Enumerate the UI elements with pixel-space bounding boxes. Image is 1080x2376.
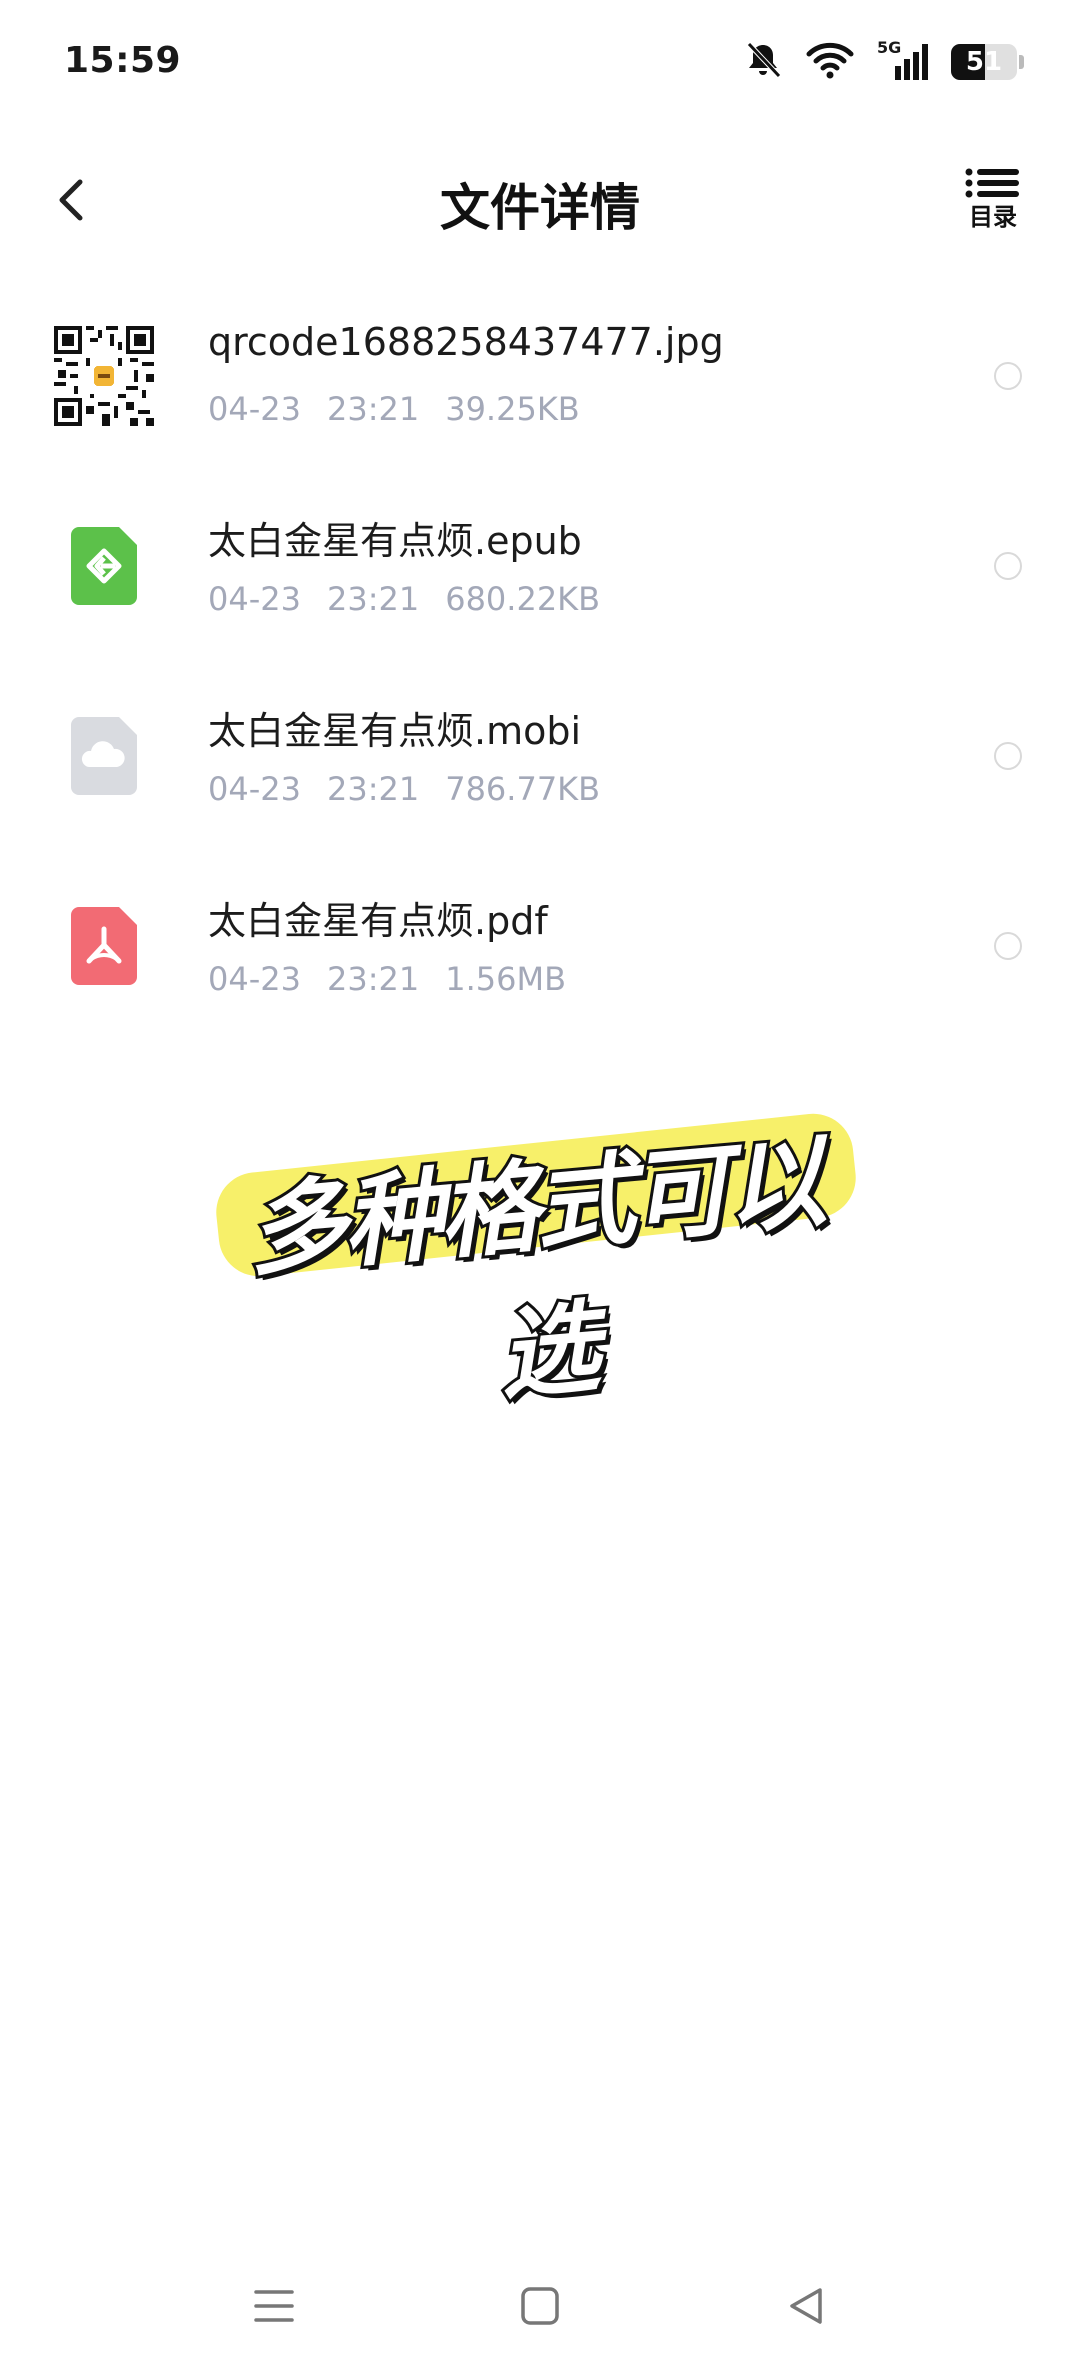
screen: 15:59 5G 51 文件详情 目录 qrcode1688258437477.… — [0, 0, 1080, 2376]
battery-level-text: 51 — [965, 47, 1003, 77]
cloud-file-icon — [52, 704, 156, 808]
status-bar: 15:59 5G 51 — [0, 0, 1080, 120]
file-row[interactable]: qrcode1688258437477.jpg 04-23 23:21 39.25K… — [0, 300, 1080, 490]
file-time: 23:21 — [326, 770, 420, 808]
status-icons: 5G 51 — [721, 38, 1024, 86]
file-date: 04-23 — [208, 580, 301, 618]
header: 文件详情 目录 — [0, 150, 1080, 250]
status-time: 15:59 — [64, 40, 182, 81]
nav-bar — [0, 2240, 1080, 2376]
file-name: 太白金星有点烦.epub — [208, 519, 582, 563]
file-row[interactable]: 太白金星有点烦.mobi 04-23 23:21 786.77KB — [0, 680, 1080, 870]
file-row[interactable]: 太白金星有点烦.pdf 04-23 23:21 1.56MB — [0, 870, 1080, 1060]
file-size: 786.77KB — [445, 770, 601, 808]
toc-label: 目录 — [969, 203, 1017, 231]
file-name: qrcode1688258437477.jpg — [208, 320, 724, 364]
file-meta: 04-23 23:21 1.56MB — [208, 960, 592, 998]
pdf-file-icon — [52, 894, 156, 998]
bell-muted-icon — [743, 40, 783, 84]
menu-nav-icon — [254, 2290, 294, 2322]
select-radio[interactable] — [994, 362, 1022, 390]
qr-code-icon — [52, 324, 156, 428]
caption-text: 多种格式可以选 — [239, 1120, 829, 1416]
back-nav-button[interactable] — [776, 2276, 836, 2336]
file-time: 23:21 — [326, 580, 420, 618]
battery-icon: 51 — [951, 44, 1017, 80]
file-size: 680.22KB — [445, 580, 601, 618]
caption-sticker: 多种格式可以选 — [210, 1085, 870, 1417]
page-title: 文件详情 — [440, 179, 640, 237]
file-time: 23:21 — [326, 390, 420, 428]
epub-file-icon — [52, 514, 156, 618]
list-icon — [965, 168, 1019, 198]
file-meta: 04-23 23:21 786.77KB — [208, 770, 626, 808]
file-row[interactable]: 太白金星有点烦.epub 04-23 23:21 680.22KB — [0, 490, 1080, 680]
file-name: 太白金星有点烦.mobi — [208, 709, 582, 753]
file-time: 23:21 — [326, 960, 420, 998]
file-date: 04-23 — [208, 770, 301, 808]
select-radio[interactable] — [994, 552, 1022, 580]
select-radio[interactable] — [994, 742, 1022, 770]
home-nav-button[interactable] — [510, 2276, 570, 2336]
file-size: 39.25KB — [445, 390, 580, 428]
menu-nav-button[interactable] — [244, 2276, 304, 2336]
back-nav-icon — [790, 2288, 822, 2324]
file-meta: 04-23 23:21 39.25KB — [208, 390, 606, 428]
file-name: 太白金星有点烦.pdf — [208, 899, 548, 943]
toc-button[interactable]: 目录 — [958, 168, 1028, 238]
file-date: 04-23 — [208, 390, 301, 428]
file-meta: 04-23 23:21 680.22KB — [208, 580, 626, 618]
signal-5g-icon: 5G — [877, 38, 929, 82]
home-nav-icon — [521, 2287, 559, 2325]
wifi-icon — [805, 40, 855, 84]
file-list: qrcode1688258437477.jpg 04-23 23:21 39.25K… — [0, 300, 1080, 1060]
select-radio[interactable] — [994, 932, 1022, 960]
battery-tip — [1019, 55, 1024, 69]
file-date: 04-23 — [208, 960, 301, 998]
file-size: 1.56MB — [445, 960, 567, 998]
